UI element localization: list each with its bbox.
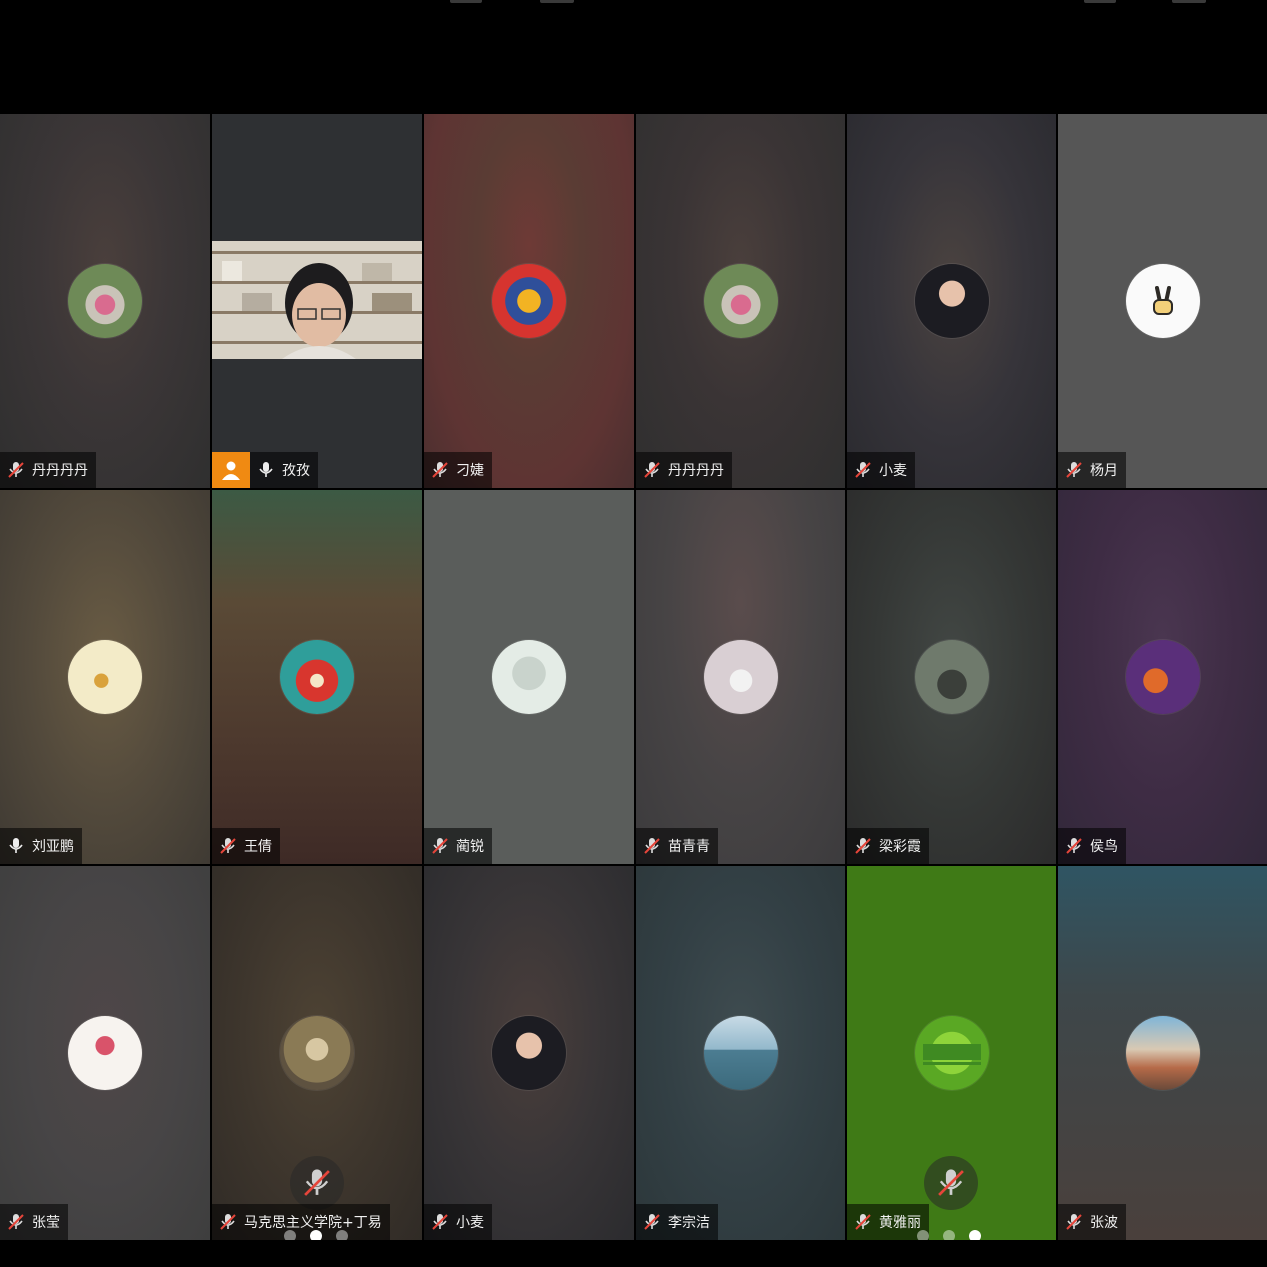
participant-name: 苗青青 xyxy=(668,839,710,855)
muted-microphone-icon xyxy=(8,1214,24,1230)
participant-name: 丹丹丹丹 xyxy=(32,463,88,479)
avatar xyxy=(703,640,778,714)
participant-name: 小麦 xyxy=(456,1215,484,1231)
participant-tile[interactable]: 张莹 xyxy=(0,866,210,1240)
name-tag: 丹丹丹丹 xyxy=(636,452,732,488)
mute-toggle-button[interactable] xyxy=(924,1156,978,1210)
muted-microphone-icon xyxy=(644,838,660,854)
participant-name: 张莹 xyxy=(32,1215,60,1231)
muted-microphone-icon xyxy=(432,838,448,854)
participant-name: 刘亚鹏 xyxy=(32,839,74,855)
avatar xyxy=(1125,1016,1200,1090)
muted-microphone-icon xyxy=(304,1169,330,1196)
avatar xyxy=(68,640,142,714)
participant-tile[interactable]: 侯鸟 xyxy=(1058,490,1267,864)
muted-microphone-icon xyxy=(1066,462,1082,478)
name-tag: 李宗洁 xyxy=(636,1204,718,1240)
participant-name: 王倩 xyxy=(244,839,272,855)
name-tag: 王倩 xyxy=(212,828,280,864)
avatar xyxy=(492,264,566,338)
participant-name: 张波 xyxy=(1090,1215,1118,1231)
participant-tile[interactable]: 孜孜 xyxy=(212,114,422,488)
muted-microphone-icon xyxy=(8,462,24,478)
participant-name: 侯鸟 xyxy=(1090,839,1118,855)
name-tag: 刘亚鹏 xyxy=(0,828,82,864)
video-scene xyxy=(212,241,422,359)
participant-name: 丹丹丹丹 xyxy=(668,463,724,479)
participant-name: 蔺锐 xyxy=(456,839,484,855)
participant-name: 梁彩霞 xyxy=(879,839,921,855)
name-tag: 孜孜 xyxy=(212,452,318,488)
avatar xyxy=(492,1016,566,1090)
name-tag: 张莹 xyxy=(0,1204,68,1240)
participant-tile[interactable]: 刘亚鹏 xyxy=(0,490,210,864)
top-status-area xyxy=(0,0,1267,114)
muted-microphone-icon xyxy=(220,838,236,854)
name-tag: 杨月 xyxy=(1058,452,1126,488)
muted-microphone-icon xyxy=(855,462,871,478)
avatar xyxy=(703,1016,778,1090)
avatar xyxy=(492,640,566,714)
avatar xyxy=(914,1016,989,1090)
participant-tile[interactable]: 张波 xyxy=(1058,866,1267,1240)
participant-name: 小麦 xyxy=(879,463,907,479)
participant-tile[interactable]: 梁彩霞 xyxy=(847,490,1056,864)
participant-tile[interactable]: 蔺锐 xyxy=(424,490,634,864)
participant-tile[interactable]: 马克思主义学院+丁易 xyxy=(212,866,422,1240)
host-person-icon xyxy=(212,452,250,488)
participant-name: 黄雅丽 xyxy=(879,1215,921,1231)
muted-microphone-icon xyxy=(644,1214,660,1230)
name-tag: 小麦 xyxy=(424,1204,492,1240)
participant-tile[interactable]: 丹丹丹丹 xyxy=(0,114,210,488)
name-tag: 梁彩霞 xyxy=(847,828,929,864)
muted-microphone-icon xyxy=(855,838,871,854)
participant-name: 杨月 xyxy=(1090,463,1118,479)
participant-name: 刁婕 xyxy=(456,463,484,479)
avatar xyxy=(280,1016,354,1090)
avatar xyxy=(703,264,778,338)
participant-tile[interactable]: 丹丹丹丹 xyxy=(636,114,845,488)
peace-hand-icon xyxy=(1152,286,1173,315)
participant-tile[interactable]: 小麦 xyxy=(847,114,1056,488)
name-tag: 蔺锐 xyxy=(424,828,492,864)
participant-name: 马克思主义学院+丁易 xyxy=(244,1215,382,1231)
muted-microphone-icon xyxy=(432,1214,448,1230)
avatar xyxy=(68,264,142,338)
muted-microphone-icon xyxy=(432,462,448,478)
avatar xyxy=(68,1016,142,1090)
muted-microphone-icon xyxy=(938,1169,964,1196)
green-logo-icon xyxy=(922,1044,981,1065)
microphone-icon xyxy=(259,462,273,477)
avatar xyxy=(280,640,354,714)
name-tag: 丹丹丹丹 xyxy=(0,452,96,488)
camera-video xyxy=(212,241,422,359)
participant-tile[interactable]: 黄雅丽 xyxy=(847,866,1056,1240)
participant-tile[interactable]: 王倩 xyxy=(212,490,422,864)
avatar xyxy=(914,640,989,714)
participant-tile[interactable]: 杨月 xyxy=(1058,114,1267,488)
name-tag: 张波 xyxy=(1058,1204,1126,1240)
participant-name: 李宗洁 xyxy=(668,1215,710,1231)
participant-tile[interactable]: 刁婕 xyxy=(424,114,634,488)
name-tag: 侯鸟 xyxy=(1058,828,1126,864)
name-tag: 刁婕 xyxy=(424,452,492,488)
name-tag: 小麦 xyxy=(847,452,915,488)
mute-toggle-button[interactable] xyxy=(290,1156,344,1210)
microphone-icon xyxy=(9,838,23,853)
participant-tile[interactable]: 苗青青 xyxy=(636,490,845,864)
muted-microphone-icon xyxy=(855,1214,871,1230)
bottom-bar xyxy=(0,1240,1267,1267)
avatar xyxy=(1125,640,1200,714)
muted-microphone-icon xyxy=(644,462,660,478)
avatar xyxy=(1125,264,1200,338)
participant-name: 孜孜 xyxy=(282,463,310,479)
participant-grid: 丹丹丹丹 孜孜 刁婕 丹丹丹丹 小麦 杨月 刘亚鹏 王倩 蔺锐 苗青青 梁彩霞 … xyxy=(0,114,1267,1240)
participant-tile[interactable]: 小麦 xyxy=(424,866,634,1240)
name-tag: 苗青青 xyxy=(636,828,718,864)
muted-microphone-icon xyxy=(1066,1214,1082,1230)
muted-microphone-icon xyxy=(220,1214,236,1230)
participant-tile[interactable]: 李宗洁 xyxy=(636,866,845,1240)
muted-microphone-icon xyxy=(1066,838,1082,854)
avatar xyxy=(914,264,989,338)
